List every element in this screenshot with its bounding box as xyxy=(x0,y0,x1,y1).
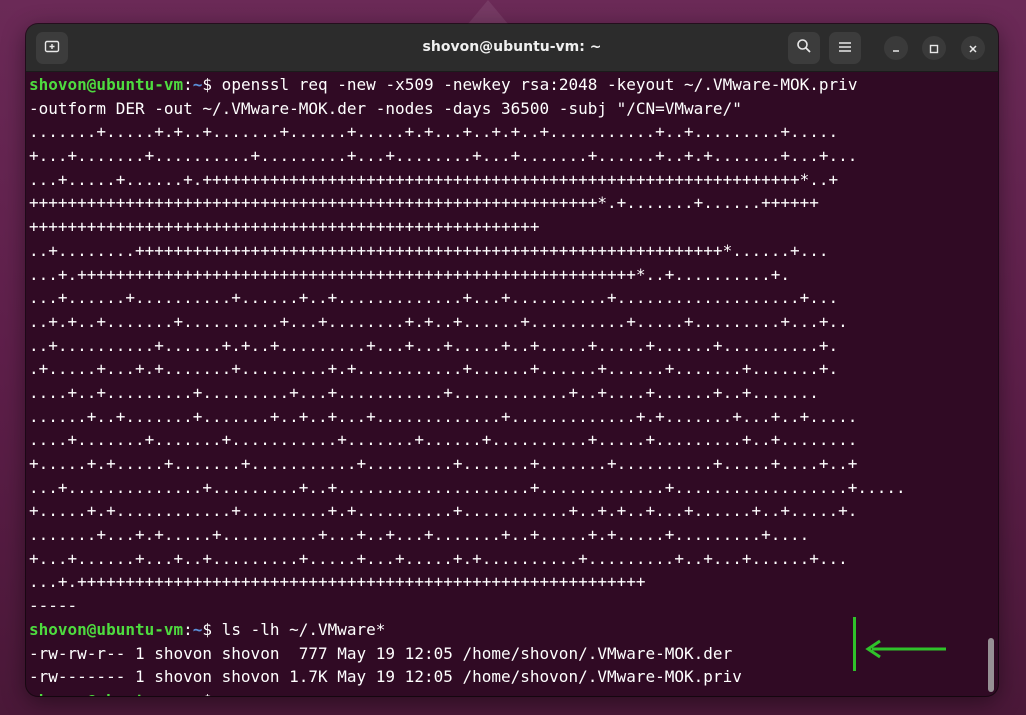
maximize-icon xyxy=(929,39,939,58)
scrollbar-thumb[interactable] xyxy=(988,638,994,692)
search-button[interactable] xyxy=(788,32,820,64)
prompt-dollar: $ xyxy=(202,691,212,696)
keygen-output-line: +...+......+...+..+.........+.....+...+.… xyxy=(29,548,848,568)
keygen-output-line: ...+.+++++++++++++++++++++++++++++++++++… xyxy=(29,264,790,284)
new-tab-button[interactable] xyxy=(36,32,68,64)
prompt-colon: : xyxy=(183,75,193,94)
close-icon xyxy=(968,39,978,58)
prompt-dollar: $ xyxy=(202,75,213,94)
prompt-colon: : xyxy=(183,619,193,639)
command-line: shovon@ubuntu-vm:~$ xyxy=(29,689,998,696)
hamburger-menu-icon xyxy=(838,39,852,58)
close-button[interactable] xyxy=(961,36,985,60)
command-continuation: -outform DER -out ~/.VMware-MOK.der -nod… xyxy=(29,98,742,118)
search-icon xyxy=(796,38,812,58)
keygen-output-line: ...+......+..........+......+..+........… xyxy=(29,288,839,308)
terminal-window: shovon@ubuntu-vm: ~ shovon@ubuntu-vm:~$ … xyxy=(26,24,998,696)
keygen-output-line: ...+.....+......+.++++++++++++++++++++++… xyxy=(29,169,839,189)
keygen-output-line: ----- xyxy=(29,596,78,616)
menu-button[interactable] xyxy=(829,32,861,64)
command-text: openssl req -new -x509 -newkey rsa:2048 … xyxy=(212,75,858,94)
command-line: shovon@ubuntu-vm:~$ openssl req -new -x5… xyxy=(29,73,998,97)
desktop-decoration xyxy=(468,0,508,24)
prompt-colon: : xyxy=(183,691,193,696)
maximize-button[interactable] xyxy=(922,36,946,60)
prompt-user-host: shovon@ubuntu-vm xyxy=(29,619,184,639)
keygen-output-line: .......+.....+.+..+.......+......+.....+… xyxy=(29,122,839,142)
keygen-output-line: ......+..+.......+.......+..+..+...+....… xyxy=(29,406,858,426)
title-bar: shovon@ubuntu-vm: ~ xyxy=(26,24,998,72)
keygen-output-line: ...+..............+.........+..+........… xyxy=(29,477,906,497)
prompt-path: ~ xyxy=(192,619,203,639)
keygen-output-line: .+.....+...+.+.......+.........+.+......… xyxy=(29,359,839,379)
command-text: ls -lh ~/.VMware* xyxy=(212,619,386,639)
terminal-output[interactable]: shovon@ubuntu-vm:~$ openssl req -new -x5… xyxy=(26,72,998,696)
keygen-output-line: ..+.+..+.......+..........+...+........+… xyxy=(29,311,848,331)
annotation-arrow-icon xyxy=(862,637,948,665)
prompt-path: ~ xyxy=(192,75,203,94)
keygen-output-line: ...+.+++++++++++++++++++++++++++++++++++… xyxy=(29,572,646,592)
prompt-user-host: shovon@ubuntu-vm xyxy=(29,691,183,696)
keygen-output-line: ....+..+.........+.........+...+........… xyxy=(29,382,819,402)
prompt-user-host: shovon@ubuntu-vm xyxy=(29,75,184,94)
keygen-output-line: +.....+.+.....+.......+...........+.....… xyxy=(29,454,858,473)
keygen-output-line: ++++++++++++++++++++++++++++++++++++++++… xyxy=(29,193,819,213)
keygen-output-line: ..+........+++++++++++++++++++++++++++++… xyxy=(29,240,829,260)
keygen-output-line: ++++++++++++++++++++++++++++++++++++++++… xyxy=(29,217,540,237)
minimize-button[interactable] xyxy=(884,36,908,60)
annotation-bracket xyxy=(853,617,856,671)
keygen-output-line: +...+.......+..........+.........+...+..… xyxy=(29,146,858,166)
new-tab-icon xyxy=(44,38,60,58)
prompt-path: ~ xyxy=(193,691,203,696)
keygen-output-line: .......+...+.+.....+..........+...+..+..… xyxy=(29,525,810,545)
prompt-dollar: $ xyxy=(202,619,213,639)
keygen-output-line: ..+..........+......+.+..+.........+...+… xyxy=(29,335,839,355)
keygen-output-line: ....+.......+.......+...........+.......… xyxy=(29,430,858,450)
keygen-output-line: +.....+.+............+.........+.+......… xyxy=(29,501,858,521)
minimize-icon xyxy=(891,39,901,58)
